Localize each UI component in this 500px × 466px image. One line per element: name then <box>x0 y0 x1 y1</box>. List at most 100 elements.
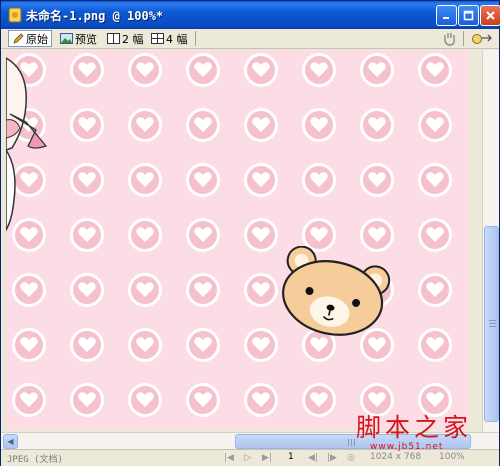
pattern-tile <box>6 323 57 381</box>
frame-number: 1 <box>288 452 294 462</box>
pattern-tile <box>289 103 347 161</box>
heart-icon <box>194 337 212 352</box>
image-canvas[interactable] <box>6 50 469 430</box>
pattern-tile <box>57 268 115 326</box>
heart-icon <box>20 282 38 297</box>
title-bar[interactable]: 未命名-1.png @ 100%* <box>1 1 500 29</box>
vertical-scroll-thumb[interactable] <box>484 226 499 422</box>
four-up-icon <box>151 33 164 44</box>
zoom-level[interactable]: 100% <box>439 452 465 462</box>
tab-preview[interactable]: 预览 <box>57 30 100 47</box>
heart-icon <box>78 282 96 297</box>
watermark-url: www.jb51.net <box>370 442 444 452</box>
stop-icon[interactable]: ◎ <box>345 452 357 464</box>
pattern-tile <box>173 103 231 161</box>
pattern-tile <box>6 378 57 430</box>
close-icon <box>486 11 495 20</box>
vertical-scrollbar[interactable] <box>482 50 499 432</box>
minimize-button[interactable] <box>436 5 457 26</box>
pattern-tile <box>57 50 115 106</box>
pattern-tile <box>347 103 405 161</box>
pattern-tile <box>115 378 173 430</box>
pattern-tile <box>57 378 115 430</box>
last-frame-icon[interactable]: ▶| <box>261 452 273 464</box>
prev-frame-icon[interactable]: ◀| <box>307 452 319 464</box>
pattern-tile <box>115 158 173 216</box>
watermark-text: 脚本之家 <box>356 413 473 442</box>
pattern-tile <box>57 158 115 216</box>
heart-icon <box>426 392 444 407</box>
heart-icon <box>20 337 38 352</box>
heart-icon <box>252 337 270 352</box>
toolbar-separator <box>195 31 196 46</box>
pattern-tile <box>173 50 231 106</box>
pattern-tile <box>405 103 463 161</box>
heart-icon <box>194 117 212 132</box>
heart-icon <box>368 172 386 187</box>
tab-2-up[interactable]: 2 幅 <box>104 30 147 47</box>
heart-icon <box>78 392 96 407</box>
first-frame-icon[interactable]: |◀ <box>223 452 235 464</box>
heart-icon <box>310 227 328 242</box>
two-up-icon <box>107 33 120 44</box>
play-icon[interactable]: ▷ <box>242 452 254 464</box>
heart-icon <box>136 117 154 132</box>
pattern-tile <box>289 50 347 106</box>
heart-icon <box>136 62 154 77</box>
heart-icon <box>194 62 212 77</box>
heart-icon <box>194 172 212 187</box>
tab-4-up-label: 4 幅 <box>166 32 188 46</box>
heart-icon <box>136 172 154 187</box>
pattern-tile <box>231 378 289 430</box>
pattern-tile <box>231 158 289 216</box>
heart-icon <box>136 392 154 407</box>
pattern-tile <box>115 50 173 106</box>
heart-icon <box>426 172 444 187</box>
heart-icon <box>136 282 154 297</box>
heart-icon <box>426 117 444 132</box>
grip-line <box>354 439 355 446</box>
next-frame-icon[interactable]: |▶ <box>326 452 338 464</box>
pattern-tile <box>405 213 463 271</box>
heart-icon <box>310 172 328 187</box>
heart-icon <box>78 117 96 132</box>
heart-icon <box>310 62 328 77</box>
pattern-tile <box>173 378 231 430</box>
heart-icon <box>194 227 212 242</box>
tab-original[interactable]: 原始 <box>8 30 52 47</box>
tab-4-up[interactable]: 4 幅 <box>148 30 191 47</box>
heart-icon <box>78 227 96 242</box>
image-icon <box>60 33 73 44</box>
pattern-tile <box>115 268 173 326</box>
grip-line <box>348 439 349 446</box>
heart-icon <box>368 227 386 242</box>
toolbar-separator <box>463 31 464 46</box>
grip-line <box>351 439 352 446</box>
image-document-window: 未命名-1.png @ 100%* 原始 预览 2 幅 4 幅 ◀ JPEG (… <box>0 0 500 466</box>
heart-icon <box>194 392 212 407</box>
tab-2-up-label: 2 幅 <box>122 32 144 46</box>
heart-icon <box>426 337 444 352</box>
options-menu-icon[interactable] <box>470 30 496 47</box>
chevron-left-icon: ◀ <box>7 437 14 446</box>
pattern-tile <box>57 323 115 381</box>
heart-icon <box>368 117 386 132</box>
heart-icon <box>194 282 212 297</box>
scroll-left-button[interactable]: ◀ <box>3 434 18 449</box>
heart-icon <box>78 337 96 352</box>
pattern-tile <box>57 213 115 271</box>
maximize-button[interactable] <box>458 5 479 26</box>
pattern-tile <box>347 50 405 106</box>
pattern-tile <box>173 213 231 271</box>
pattern-tile <box>289 158 347 216</box>
heart-icon <box>310 117 328 132</box>
close-button[interactable] <box>480 5 500 26</box>
heart-icon <box>252 282 270 297</box>
window-title: 未命名-1.png @ 100%* <box>26 9 164 23</box>
canvas-gutter <box>469 50 482 432</box>
heart-icon <box>78 172 96 187</box>
hand-tool-icon[interactable] <box>440 30 460 47</box>
grip-line <box>489 320 496 321</box>
heart-icon <box>426 227 444 242</box>
pattern-tile <box>173 158 231 216</box>
